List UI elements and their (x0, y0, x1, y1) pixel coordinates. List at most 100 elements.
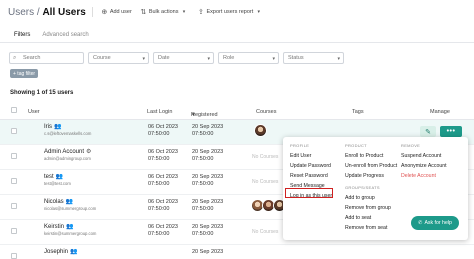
menu-section-product: PRODUCT Enroll to Product Un-enroll from… (345, 143, 397, 181)
chevron-down-icon: ▾ (182, 9, 186, 15)
user-name[interactable]: test (44, 174, 54, 180)
add-user-button[interactable]: ⊕ Add user (101, 9, 131, 16)
column-tags: Tags (352, 109, 364, 115)
menu-item-enroll[interactable]: Enroll to Product (345, 151, 397, 161)
menu-item-anonymize[interactable]: Anonymize Account (401, 161, 447, 171)
select-all-checkbox[interactable] (11, 107, 17, 113)
registered-cell: 20 Sep 2023 07:50:00 (192, 124, 224, 137)
menu-section-remove: REMOVE Suspend Account Anonymize Account… (401, 143, 447, 181)
course-avatars[interactable] (254, 124, 267, 137)
no-courses-text: No Courses (252, 229, 279, 235)
tabs-divider (0, 42, 474, 43)
export-report-button[interactable]: ⇪ Export users report ▾ (197, 9, 264, 16)
breadcrumb-users[interactable]: Users / (8, 7, 40, 18)
column-user[interactable]: User (28, 109, 40, 115)
row-checkbox[interactable] (11, 228, 17, 234)
row-checkbox[interactable] (11, 128, 17, 134)
menu-item-remove-from-seat[interactable]: Remove from seat (345, 223, 391, 233)
last-login-cell: 06 Oct 2023 07:50:00 (148, 224, 178, 237)
top-bar: Users / All Users ⊕ Add user ⇅ Bulk acti… (0, 0, 474, 24)
menu-item-remove-from-group[interactable]: Remove from group (345, 203, 391, 213)
user-group-icon: 👥 (54, 124, 62, 130)
menu-item-update-password[interactable]: Update Password (290, 161, 332, 171)
last-login-cell: 06 Oct 2023 07:50:00 (148, 174, 178, 187)
table-row[interactable]: Josephin 👥 20 Sep 2023 (0, 245, 474, 259)
chevron-down-icon: ▾ (337, 56, 340, 62)
registered-cell: 20 Sep 2023 07:50:00 (192, 174, 224, 187)
registered-cell: 20 Sep 2023 07:50:00 (192, 149, 224, 162)
date-select[interactable]: Date ▾ (153, 52, 214, 64)
menu-item-edit-user[interactable]: Edit User (290, 151, 332, 161)
menu-header: REMOVE (401, 143, 421, 148)
last-login-cell: 06 Oct 2023 07:50:00 (148, 149, 178, 162)
row-checkbox[interactable] (11, 253, 17, 259)
user-name[interactable]: Admin Account (44, 149, 84, 155)
column-last-login[interactable]: Last Login (147, 109, 172, 115)
menu-item-suspend[interactable]: Suspend Account (401, 151, 447, 161)
menu-header: PROFILE (290, 143, 310, 148)
menu-item-update-progress[interactable]: Update Progress (345, 171, 397, 181)
bulk-actions-icon: ⇅ (140, 9, 147, 16)
course-select[interactable]: Course ▾ (88, 52, 149, 64)
user-group-icon: 👥 (66, 224, 74, 230)
user-group-icon: 👥 (65, 199, 74, 205)
chevron-down-icon: ▾ (207, 56, 210, 62)
course-avatar (254, 124, 267, 137)
last-login-cell: 06 Oct 2023 07:50:00 (148, 199, 178, 212)
registered-cell: 20 Sep 2023 (192, 249, 224, 255)
search-input[interactable]: ⌕ Search (9, 52, 84, 64)
course-avatars[interactable] (251, 199, 286, 212)
user-name[interactable]: Iris (44, 124, 52, 130)
role-select[interactable]: Role ▾ (218, 52, 279, 64)
edit-button[interactable]: ✎ (420, 126, 436, 137)
search-icon: ⌕ (13, 55, 17, 61)
user-email: admin@admingroup.com (44, 156, 91, 161)
user-email: test@test.com (44, 181, 71, 186)
chevron-down-icon: ▾ (272, 56, 275, 62)
menu-item-delete[interactable]: Delete Account (401, 171, 447, 181)
menu-item-add-to-group[interactable]: Add to group (345, 193, 391, 203)
results-count: Showing 1 of 15 users (10, 90, 74, 96)
menu-item-unenroll[interactable]: Un-enroll from Product (345, 161, 397, 171)
page-title: Users / All Users (8, 7, 86, 18)
tag-filter-button[interactable]: + tag filter (10, 69, 39, 78)
registered-cell: 20 Sep 2023 07:50:00 (192, 199, 224, 212)
user-email: nicolas@summergroup.com (44, 206, 97, 211)
menu-header: PRODUCT (345, 143, 367, 148)
menu-header: GROUPS/SEATS (345, 185, 380, 190)
table-header: User Last Login Registered ▼ Courses Tag… (0, 106, 474, 118)
chevron-down-icon: ▾ (142, 56, 145, 62)
menu-item-reset-password[interactable]: Reset Password (290, 171, 332, 181)
menu-item-add-to-seat[interactable]: Add to seat (345, 213, 391, 223)
user-group-icon: 👥 (70, 249, 78, 255)
gear-icon: ⚙ (86, 149, 92, 155)
last-login-cell: 06 Oct 2023 07:50:00 (148, 124, 178, 137)
status-select[interactable]: Status ▾ (283, 52, 344, 64)
row-checkbox[interactable] (11, 178, 17, 184)
column-courses: Courses (256, 109, 277, 115)
sort-desc-icon: ▼ (191, 112, 196, 118)
user-email: c.s@leftovemaskells.com (44, 131, 92, 136)
more-dots-icon: ••• (446, 128, 456, 135)
user-name[interactable]: Keirstin (44, 224, 64, 230)
column-manage: Manage (430, 109, 450, 115)
more-actions-button[interactable]: ••• (440, 126, 462, 137)
menu-section-groups: GROUPS/SEATS Add to group Remove from gr… (345, 185, 391, 233)
user-name[interactable]: Josephin (44, 249, 68, 255)
toolbar-divider (91, 7, 93, 17)
chevron-down-icon: ▾ (257, 9, 261, 15)
chat-icon: ✆ (418, 220, 423, 226)
highlight-box (285, 188, 333, 198)
breadcrumb-current: All Users (42, 6, 86, 18)
user-group-icon: 👥 (55, 174, 64, 180)
user-email: keirstin@summergroup.com (44, 231, 97, 236)
no-courses-text: No Courses (252, 154, 279, 160)
user-name[interactable]: Nicolas (44, 199, 64, 205)
row-checkbox[interactable] (11, 153, 17, 159)
ask-for-help-button[interactable]: ✆ Ask for help (411, 216, 459, 230)
row-checkbox[interactable] (11, 203, 17, 209)
pencil-icon: ✎ (425, 128, 431, 136)
export-icon: ⇪ (198, 9, 204, 16)
bulk-actions-button[interactable]: ⇅ Bulk actions ▾ (140, 9, 190, 16)
add-user-icon: ⊕ (101, 9, 108, 16)
